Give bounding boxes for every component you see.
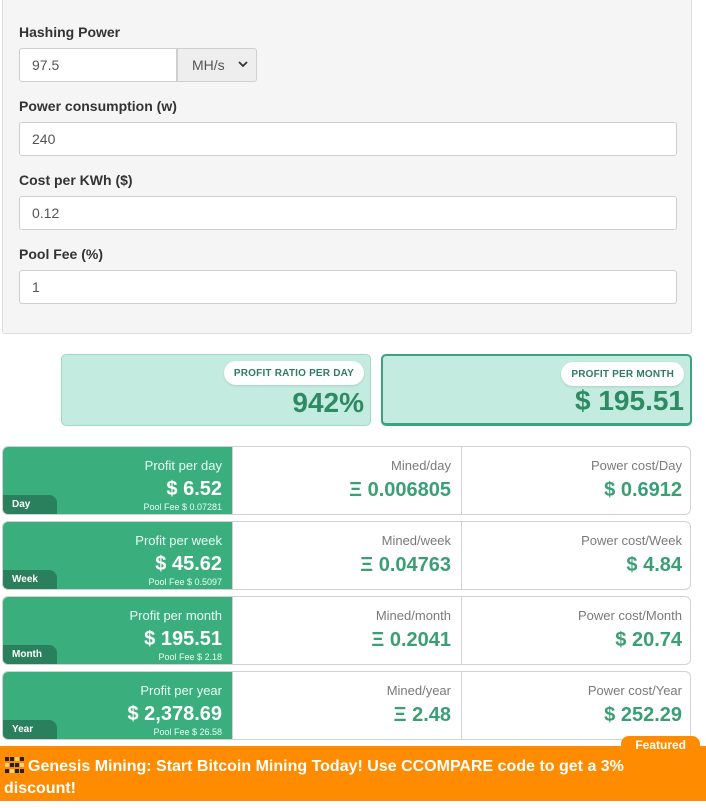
profit-ratio-badge: PROFIT RATIO PER DAY	[223, 361, 364, 385]
profit-month-value: $ 195.51	[575, 385, 684, 416]
power-cost-value: $ 0.6912	[604, 479, 682, 501]
period-row-day: Profit per day $ 6.52 Pool Fee $ 0.07281…	[2, 446, 691, 515]
period-profit-cell: Profit per day $ 6.52 Pool Fee $ 0.07281…	[3, 447, 232, 514]
period-tag: Day	[3, 495, 57, 514]
period-tag: Week	[3, 570, 57, 589]
mined-label: Mined/year	[386, 683, 451, 698]
hashing-unit-value: MH/s	[192, 57, 225, 73]
mined-value: Ξ 0.04763	[360, 554, 451, 576]
profit-ratio-value: 942%	[292, 387, 364, 418]
pool-fee-value: Pool Fee $ 0.07281	[143, 502, 222, 512]
mined-label: Mined/week	[381, 533, 451, 548]
hashing-unit-select[interactable]: MH/s	[177, 48, 257, 82]
mined-cell: Mined/year Ξ 2.48	[232, 672, 461, 739]
mined-cell: Mined/day Ξ 0.006805	[232, 447, 461, 514]
power-consumption-input[interactable]	[19, 122, 677, 156]
mined-cell: Mined/month Ξ 0.2041	[232, 597, 461, 664]
mined-value: Ξ 2.48	[393, 704, 451, 726]
period-row-week: Profit per week $ 45.62 Pool Fee $ 0.509…	[2, 521, 691, 590]
pool-fee-value: Pool Fee $ 2.18	[158, 652, 222, 662]
period-tag: Year	[3, 720, 57, 739]
pool-fee-value: Pool Fee $ 0.5097	[148, 577, 222, 587]
banner-link[interactable]: Genesis Mining: Start Bitcoin Mining Tod…	[4, 756, 694, 800]
mined-value: Ξ 0.2041	[371, 629, 451, 651]
power-cost-label: Power cost/Day	[590, 458, 682, 473]
pool-fee-label: Pool Fee (%)	[19, 246, 104, 262]
pool-fee-input[interactable]	[19, 270, 677, 304]
pool-fee-value: Pool Fee $ 26.58	[153, 727, 222, 737]
profit-label: Profit per month	[129, 608, 223, 623]
hashing-power-label: Hashing Power	[19, 24, 121, 40]
period-tag: Month	[3, 645, 57, 664]
profit-month-badge: PROFIT PER MONTH	[561, 362, 684, 386]
profit-value: $ 45.62	[155, 553, 222, 575]
mined-label: Mined/month	[375, 608, 451, 623]
profit-value: $ 6.52	[166, 478, 222, 500]
power-cost-cell: Power cost/Month $ 20.74	[461, 597, 690, 664]
genesis-logo-icon	[5, 757, 24, 773]
period-profit-cell: Profit per year $ 2,378.69 Pool Fee $ 26…	[3, 672, 232, 739]
profit-label: Profit per day	[144, 458, 222, 473]
power-cost-cell: Power cost/Day $ 0.6912	[461, 447, 690, 514]
profit-value: $ 2,378.69	[127, 703, 222, 725]
banner-text: Genesis Mining: Start Bitcoin Mining Tod…	[4, 758, 624, 797]
mined-value: Ξ 0.006805	[349, 479, 451, 501]
profit-label: Profit per week	[135, 533, 222, 548]
period-profit-cell: Profit per week $ 45.62 Pool Fee $ 0.509…	[3, 522, 232, 589]
featured-tag: Featured	[621, 736, 700, 754]
hashing-power-input[interactable]	[19, 48, 177, 82]
profit-month-card: PROFIT PER MONTH $ 195.51	[381, 354, 692, 426]
power-cost-label: Power cost/Year	[587, 683, 682, 698]
power-cost-value: $ 20.74	[615, 629, 682, 651]
power-cost-cell: Power cost/Week $ 4.84	[461, 522, 690, 589]
featured-banner[interactable]: Featured Genesis Mining: Start Bitcoin M…	[0, 736, 706, 801]
mined-cell: Mined/week Ξ 0.04763	[232, 522, 461, 589]
period-row-year: Profit per year $ 2,378.69 Pool Fee $ 26…	[2, 671, 691, 740]
power-cost-label: Power cost/Week	[581, 533, 682, 548]
profit-value: $ 195.51	[144, 628, 222, 650]
calculator-form: Hashing Power MH/s Power consumption (w)…	[2, 0, 692, 334]
power-cost-value: $ 4.84	[626, 554, 682, 576]
power-cost-value: $ 252.29	[604, 704, 682, 726]
period-profit-cell: Profit per month $ 195.51 Pool Fee $ 2.1…	[3, 597, 232, 664]
cost-per-kwh-input[interactable]	[19, 196, 677, 230]
profit-label: Profit per year	[140, 683, 222, 698]
power-consumption-label: Power consumption (w)	[19, 98, 177, 114]
period-row-month: Profit per month $ 195.51 Pool Fee $ 2.1…	[2, 596, 691, 665]
chevron-down-icon	[238, 61, 248, 68]
mined-label: Mined/day	[391, 458, 451, 473]
power-cost-cell: Power cost/Year $ 252.29	[461, 672, 690, 739]
profit-ratio-card: PROFIT RATIO PER DAY 942%	[61, 354, 371, 426]
power-cost-label: Power cost/Month	[577, 608, 682, 623]
cost-per-kwh-label: Cost per KWh ($)	[19, 172, 133, 188]
